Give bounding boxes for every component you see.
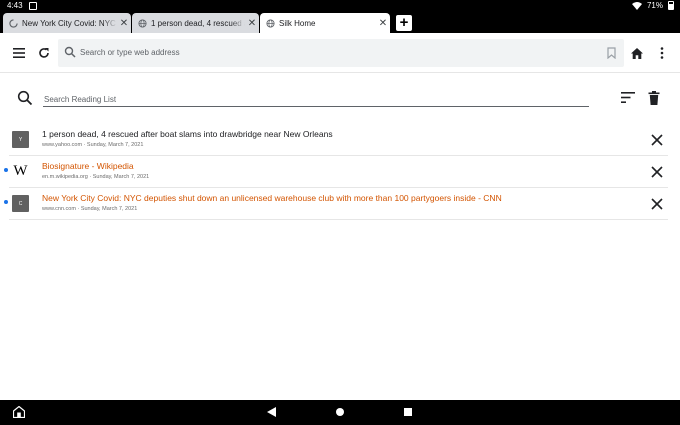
tab-title: Silk Home xyxy=(279,18,316,28)
item-title[interactable]: Biosignature - Wikipedia xyxy=(42,161,134,171)
unread-indicator xyxy=(4,168,8,172)
reading-list-header xyxy=(0,74,680,124)
search-icon xyxy=(17,90,33,106)
recents-icon[interactable] xyxy=(404,408,412,416)
address-placeholder: Search or type web address xyxy=(80,48,180,57)
more-options-icon[interactable] xyxy=(653,44,671,62)
sort-icon[interactable] xyxy=(621,92,635,103)
search-icon xyxy=(64,46,76,58)
item-meta: www.cnn.com · Sunday, March 7, 2021 xyxy=(42,206,138,212)
battery-icon xyxy=(668,1,674,10)
list-item[interactable]: W Biosignature - Wikipedia en.m.wikipedi… xyxy=(4,156,668,188)
home-launcher-icon[interactable] xyxy=(13,406,25,418)
status-time: 4:43 xyxy=(7,1,23,10)
tab-close-icon[interactable]: ✕ xyxy=(117,18,131,29)
site-favicon: C xyxy=(12,195,29,212)
image-notification-icon xyxy=(29,2,37,10)
tab-close-icon[interactable]: ✕ xyxy=(245,18,259,29)
list-item[interactable]: C New York City Covid: NYC deputies shut… xyxy=(4,188,668,220)
tab-boat-drawbridge[interactable]: 1 person dead, 4 rescued after boat slam… xyxy=(132,13,259,33)
globe-icon xyxy=(266,18,275,28)
loading-icon xyxy=(9,18,18,28)
system-navigation-bar xyxy=(0,400,680,425)
tab-title: 1 person dead, 4 rescued after boat slam… xyxy=(151,18,245,28)
remove-item-icon[interactable] xyxy=(650,165,664,179)
item-title[interactable]: 1 person dead, 4 rescued after boat slam… xyxy=(42,129,333,139)
reading-list: Y 1 person dead, 4 rescued after boat sl… xyxy=(0,124,680,220)
status-bar: 4:43 71% xyxy=(0,0,680,12)
browser-toolbar: Search or type web address xyxy=(0,33,680,73)
address-bar[interactable]: Search or type web address xyxy=(58,39,624,67)
site-favicon: Y xyxy=(12,131,29,148)
list-item[interactable]: Y 1 person dead, 4 rescued after boat sl… xyxy=(9,124,668,156)
reload-icon[interactable] xyxy=(35,44,53,62)
tab-strip: New York City Covid: NYC deputies shut d… xyxy=(0,12,680,33)
back-icon[interactable] xyxy=(267,407,276,417)
site-favicon: W xyxy=(13,163,28,179)
reading-list-search-input[interactable] xyxy=(43,92,589,107)
tab-silk-home[interactable]: Silk Home ✕ xyxy=(260,13,390,33)
menu-icon[interactable] xyxy=(10,44,28,62)
globe-icon xyxy=(138,18,147,28)
status-indicators: 71% xyxy=(631,1,674,10)
remove-item-icon[interactable] xyxy=(650,197,664,211)
home-icon[interactable] xyxy=(628,44,646,62)
bookmark-icon[interactable] xyxy=(607,47,616,59)
tab-title: New York City Covid: NYC deputies shut d… xyxy=(22,18,117,28)
delete-all-icon[interactable] xyxy=(648,91,660,105)
battery-percent: 71% xyxy=(646,1,663,10)
tab-nyc-covid[interactable]: New York City Covid: NYC deputies shut d… xyxy=(3,13,131,33)
item-meta: www.yahoo.com · Sunday, March 7, 2021 xyxy=(42,142,144,148)
item-title[interactable]: New York City Covid: NYC deputies shut d… xyxy=(42,193,502,203)
tab-close-icon[interactable]: ✕ xyxy=(376,18,390,29)
new-tab-button[interactable]: + xyxy=(396,15,412,31)
item-meta: en.m.wikipedia.org · Sunday, March 7, 20… xyxy=(42,174,150,180)
remove-item-icon[interactable] xyxy=(650,133,664,147)
unread-indicator xyxy=(4,200,8,204)
wifi-icon xyxy=(631,1,642,10)
home-button-icon[interactable] xyxy=(336,408,344,416)
